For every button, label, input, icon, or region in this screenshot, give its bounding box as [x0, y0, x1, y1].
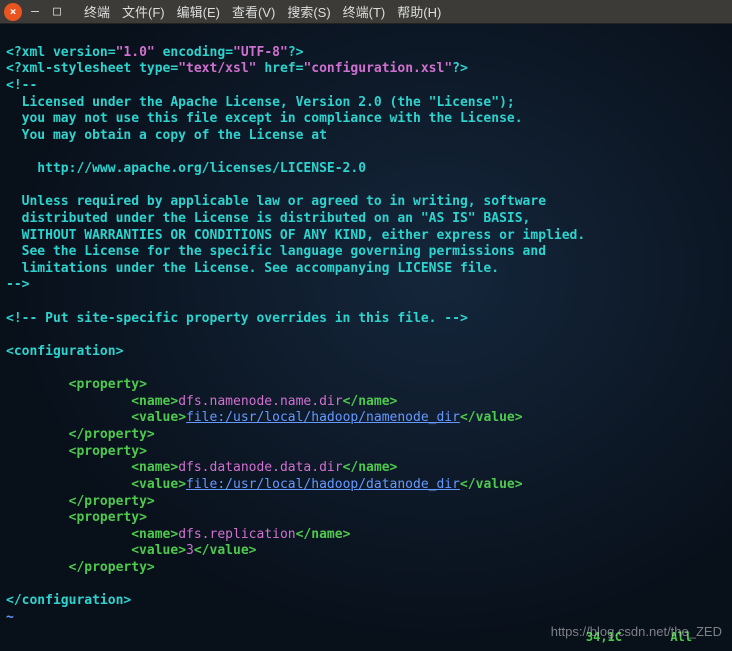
menu-view[interactable]: 查看(V) — [228, 0, 279, 23]
terminal-content[interactable]: <?xml version="1.0" encoding="UTF-8"?> <… — [0, 24, 732, 651]
license-line: WITHOUT WARRANTIES OR CONDITIONS OF ANY … — [6, 228, 585, 243]
minimize-button[interactable]: — — [26, 3, 44, 21]
property-block: <property> <name>dfs.datanode.data.dir</… — [6, 444, 523, 509]
license-line: See the License for the specific languag… — [6, 244, 546, 259]
watermark: https://blog.csdn.net/the_ZED — [551, 624, 722, 641]
menu-bar: 终端 文件(F) 编辑(E) 查看(V) 搜索(S) 终端(T) 帮助(H) — [80, 0, 445, 23]
vim-tilde: ~ — [6, 610, 14, 625]
license-line: You may obtain a copy of the License at — [6, 128, 327, 143]
license-url: http://www.apache.org/licenses/LICENSE-2… — [6, 161, 366, 176]
site-comment: <!-- Put site-specific property override… — [6, 311, 468, 326]
license-line: you may not use this file except in comp… — [6, 111, 523, 126]
configuration-close: </configuration> — [6, 593, 131, 608]
license-comment-open: <!-- — [6, 78, 37, 93]
license-line: Licensed under the Apache License, Versi… — [6, 95, 515, 110]
license-line: limitations under the License. See accom… — [6, 261, 499, 276]
window-titlebar: × — □ 终端 文件(F) 编辑(E) 查看(V) 搜索(S) 终端(T) 帮… — [0, 0, 732, 24]
property-block: <property> <name>dfs.namenode.name.dir</… — [6, 377, 523, 442]
license-line: distributed under the License is distrib… — [6, 211, 530, 226]
maximize-button[interactable]: □ — [48, 3, 66, 21]
window-controls: × — □ — [4, 3, 66, 21]
menu-search[interactable]: 搜索(S) — [283, 0, 334, 23]
close-button[interactable]: × — [4, 3, 22, 21]
configuration-open: <configuration> — [6, 344, 123, 359]
menu-help[interactable]: 帮助(H) — [393, 0, 445, 23]
license-comment-close: --> — [6, 277, 29, 292]
xml-stylesheet: <?xml-stylesheet type="text/xsl" href="c… — [6, 61, 468, 76]
xml-decl: <?xml version="1.0" encoding="UTF-8"?> — [6, 45, 303, 60]
menu-edit[interactable]: 编辑(E) — [173, 0, 224, 23]
menu-terminal[interactable]: 终端(T) — [339, 0, 390, 23]
vim-scroll-status: All — [670, 630, 692, 645]
menu-terminal-label[interactable]: 终端 — [80, 0, 114, 23]
vim-cursor-position: 34,1C — [586, 630, 622, 645]
property-block: <property> <name>dfs.replication</name> … — [6, 510, 350, 575]
license-line: Unless required by applicable law or agr… — [6, 194, 546, 209]
menu-file[interactable]: 文件(F) — [118, 0, 169, 23]
